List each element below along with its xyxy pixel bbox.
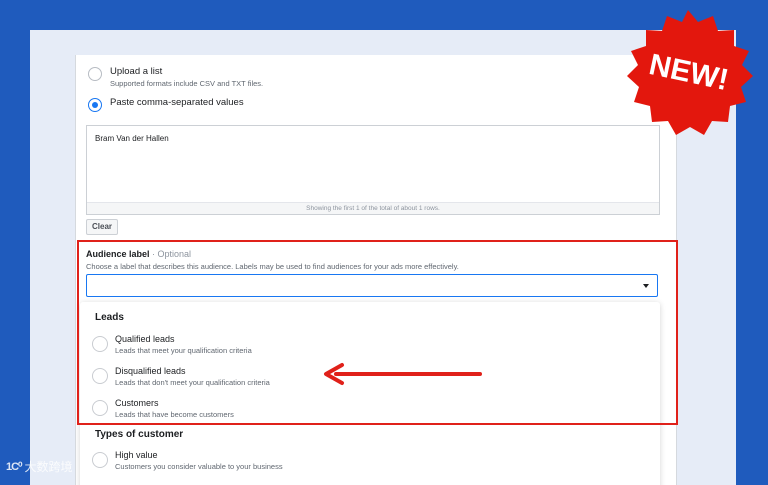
paste-values-label: Paste comma-separated values	[110, 97, 244, 108]
new-badge: NEW!	[627, 10, 753, 135]
option-high-value[interactable]: High value Customers you consider valuab…	[92, 449, 283, 472]
clear-button[interactable]: Clear	[86, 219, 119, 235]
rows-summary: Showing the first 1 of the total of abou…	[87, 202, 659, 214]
watermark-logo: 1C⁰	[6, 461, 23, 473]
upload-list-sublabel: Supported formats include CSV and TXT fi…	[110, 79, 264, 88]
watermark-text: 大数跨境	[24, 460, 73, 474]
group-heading-types-of-customer: Types of customer	[95, 429, 184, 440]
watermark: 1C⁰ 大数跨境	[6, 458, 73, 475]
option-sublabel: Customers you consider valuable to your …	[115, 462, 283, 471]
upload-list-option[interactable]: Upload a list Supported formats include …	[88, 66, 263, 89]
upload-list-label: Upload a list	[110, 66, 163, 77]
highlight-box	[77, 240, 678, 425]
option-label: High value	[115, 450, 158, 460]
values-textarea[interactable]: Bram Van der Hallen Showing the first 1 …	[86, 125, 660, 215]
paste-values-option[interactable]: Paste comma-separated values	[88, 97, 244, 112]
textarea-value[interactable]: Bram Van der Hallen	[95, 134, 169, 143]
upload-list-radio[interactable]	[88, 67, 102, 81]
high-value-radio[interactable]	[92, 452, 108, 468]
paste-values-radio[interactable]	[88, 98, 102, 112]
arrow-left-icon	[324, 363, 482, 385]
